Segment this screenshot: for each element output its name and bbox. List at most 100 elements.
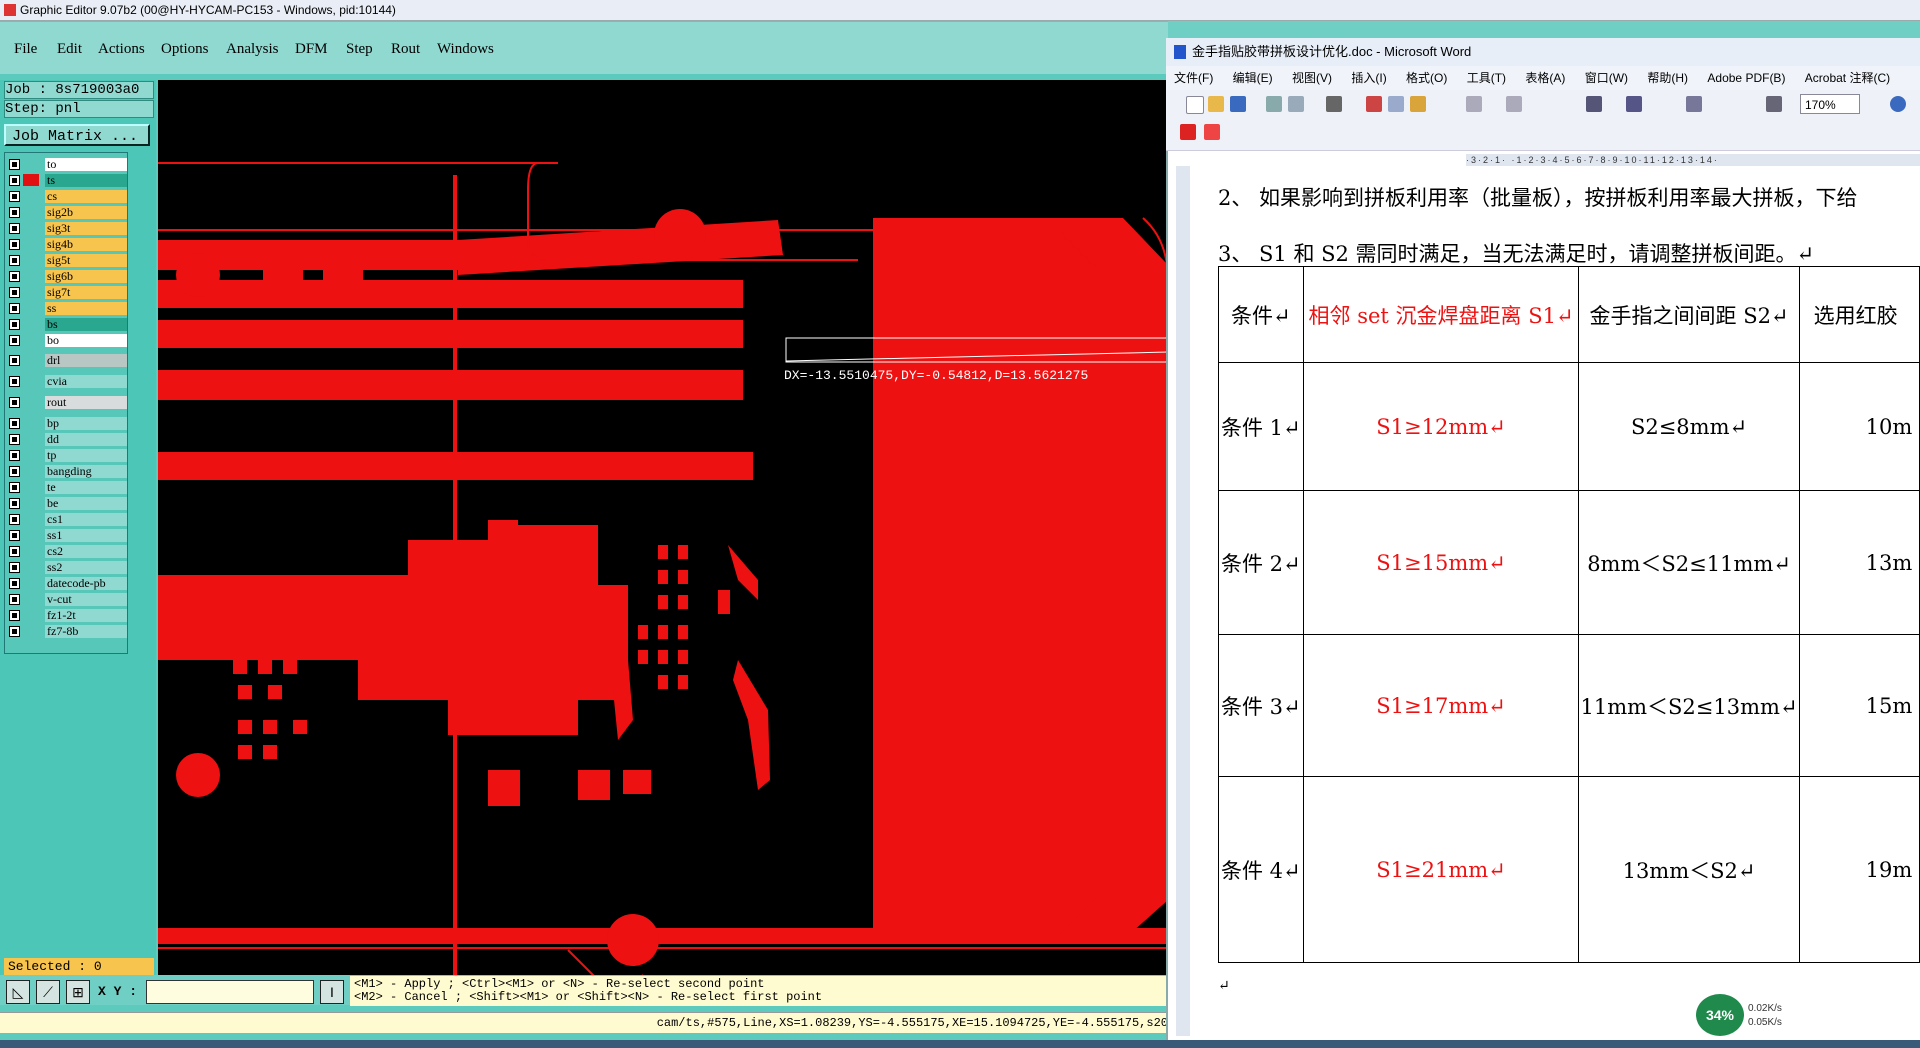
layer-row-sig7t[interactable]: sig7t xyxy=(5,285,127,300)
layer-checkbox[interactable] xyxy=(9,546,20,557)
layer-checkbox[interactable] xyxy=(9,418,20,429)
layer-row-sig4b[interactable]: sig4b xyxy=(5,237,127,252)
job-matrix-button[interactable]: Job Matrix ... xyxy=(4,124,150,146)
layer-row-rout[interactable]: rout xyxy=(5,395,127,410)
layer-row-to[interactable]: to xyxy=(5,157,127,172)
layer-checkbox[interactable] xyxy=(9,303,20,314)
layer-row-te[interactable]: te xyxy=(5,480,127,495)
columns-icon[interactable] xyxy=(1626,96,1642,112)
zoom-select[interactable]: 170% xyxy=(1800,94,1860,114)
layer-row-bs[interactable]: bs xyxy=(5,317,127,332)
create-pdf-icon[interactable] xyxy=(1180,124,1196,140)
layer-checkbox[interactable] xyxy=(9,434,20,445)
word-menu-edit[interactable]: 编辑(E) xyxy=(1233,71,1273,85)
layer-checkbox[interactable] xyxy=(9,175,20,186)
print-icon[interactable] xyxy=(1266,96,1282,112)
layer-checkbox[interactable] xyxy=(9,610,20,621)
snap-icon[interactable]: ◺ xyxy=(6,980,30,1004)
menu-edit[interactable]: Edit xyxy=(57,41,82,58)
layer-row-ts[interactable]: ts xyxy=(5,173,127,188)
menu-rout[interactable]: Rout xyxy=(391,41,420,58)
word-menu-table[interactable]: 表格(A) xyxy=(1525,71,1565,85)
layer-checkbox[interactable] xyxy=(9,498,20,509)
pcb-canvas[interactable] xyxy=(158,80,1168,975)
menu-actions[interactable]: Actions xyxy=(98,41,145,58)
layer-checkbox[interactable] xyxy=(9,255,20,266)
layer-row-sig6b[interactable]: sig6b xyxy=(5,269,127,284)
word-menu-adobe-pdf[interactable]: Adobe PDF(B) xyxy=(1707,71,1785,85)
layer-checkbox[interactable] xyxy=(9,466,20,477)
drawing-icon[interactable] xyxy=(1686,96,1702,112)
layer-row-cs2[interactable]: cs2 xyxy=(5,544,127,559)
pdf-email-icon[interactable] xyxy=(1204,124,1220,140)
layer-row-sig3t[interactable]: sig3t xyxy=(5,221,127,236)
spelling-icon[interactable] xyxy=(1326,96,1342,112)
cut-icon[interactable] xyxy=(1366,96,1382,112)
layer-checkbox[interactable] xyxy=(9,355,20,366)
paste-icon[interactable] xyxy=(1410,96,1426,112)
word-menu-acrobat[interactable]: Acrobat 注释(C) xyxy=(1805,71,1890,85)
layer-row-v-cut[interactable]: v-cut xyxy=(5,592,127,607)
preview-icon[interactable] xyxy=(1288,96,1304,112)
open-icon[interactable] xyxy=(1208,96,1224,112)
word-menu-view[interactable]: 视图(V) xyxy=(1292,71,1332,85)
menu-windows[interactable]: Windows xyxy=(437,41,494,58)
word-menu-file[interactable]: 文件(F) xyxy=(1174,71,1213,85)
redo-icon[interactable] xyxy=(1506,96,1522,112)
layer-checkbox[interactable] xyxy=(9,626,20,637)
new-doc-icon[interactable] xyxy=(1186,96,1204,114)
layer-checkbox[interactable] xyxy=(9,335,20,346)
word-menu-window[interactable]: 窗口(W) xyxy=(1585,71,1628,85)
word-menu-insert[interactable]: 插入(I) xyxy=(1351,71,1386,85)
layer-checkbox[interactable] xyxy=(9,397,20,408)
word-menu-help[interactable]: 帮助(H) xyxy=(1647,71,1688,85)
layer-checkbox[interactable] xyxy=(9,319,20,330)
layer-checkbox[interactable] xyxy=(9,287,20,298)
layer-checkbox[interactable] xyxy=(9,578,20,589)
layer-row-cs[interactable]: cs xyxy=(5,189,127,204)
layer-checkbox[interactable] xyxy=(9,207,20,218)
layer-row-drl[interactable]: drl xyxy=(5,353,127,368)
network-speed-badge[interactable]: 34% xyxy=(1696,994,1744,1036)
layer-checkbox[interactable] xyxy=(9,239,20,250)
layer-checkbox[interactable] xyxy=(9,191,20,202)
layer-checkbox[interactable] xyxy=(9,450,20,461)
layer-checkbox[interactable] xyxy=(9,530,20,541)
layer-row-bo[interactable]: bo xyxy=(5,333,127,348)
layer-row-ss2[interactable]: ss2 xyxy=(5,560,127,575)
layer-row-ss[interactable]: ss xyxy=(5,301,127,316)
layer-row-cvia[interactable]: cvia xyxy=(5,374,127,389)
menu-options[interactable]: Options xyxy=(161,41,209,58)
layer-row-bp[interactable]: bp xyxy=(5,416,127,431)
layer-checkbox[interactable] xyxy=(9,159,20,170)
xy-input[interactable] xyxy=(146,980,314,1004)
layer-row-be[interactable]: be xyxy=(5,496,127,511)
layer-row-fz7-8b[interactable]: fz7-8b xyxy=(5,624,127,639)
menu-file[interactable]: File xyxy=(14,41,37,58)
layer-row-sig2b[interactable]: sig2b xyxy=(5,205,127,220)
layer-row-tp[interactable]: tp xyxy=(5,448,127,463)
layer-row-fz1-2t[interactable]: fz1-2t xyxy=(5,608,127,623)
menu-step[interactable]: Step xyxy=(346,41,373,58)
undo-icon[interactable] xyxy=(1466,96,1482,112)
grid-icon[interactable]: ⊞ xyxy=(66,980,90,1004)
layer-row-bangding[interactable]: bangding xyxy=(5,464,127,479)
layer-checkbox[interactable] xyxy=(9,482,20,493)
copy-icon[interactable] xyxy=(1388,96,1404,112)
layer-checkbox[interactable] xyxy=(9,376,20,387)
measure-icon[interactable]: ⟋ xyxy=(36,980,60,1004)
layer-checkbox[interactable] xyxy=(9,223,20,234)
layer-checkbox[interactable] xyxy=(9,562,20,573)
menu-analysis[interactable]: Analysis xyxy=(226,41,279,58)
menu-dfm[interactable]: DFM xyxy=(295,41,328,58)
word-menu-tools[interactable]: 工具(T) xyxy=(1467,71,1506,85)
table-icon[interactable] xyxy=(1586,96,1602,112)
layer-row-ss1[interactable]: ss1 xyxy=(5,528,127,543)
layer-row-sig5t[interactable]: sig5t xyxy=(5,253,127,268)
layer-checkbox[interactable] xyxy=(9,594,20,605)
help-icon[interactable] xyxy=(1890,96,1906,112)
layer-checkbox[interactable] xyxy=(9,514,20,525)
layer-row-dd[interactable]: dd xyxy=(5,432,127,447)
save-icon[interactable] xyxy=(1230,96,1246,112)
show-hide-icon[interactable] xyxy=(1766,96,1782,112)
